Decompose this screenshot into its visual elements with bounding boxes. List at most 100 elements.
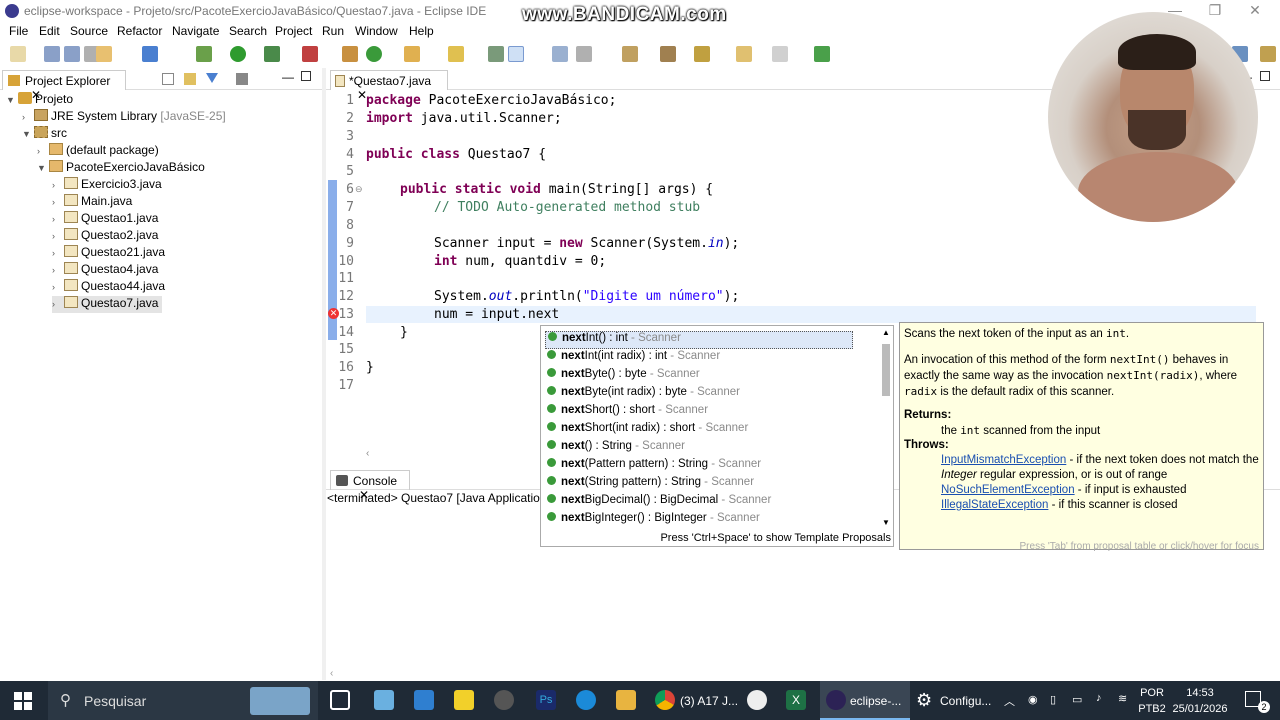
tree-item-java-file[interactable]: › Questao44.java (52, 279, 165, 296)
menu-search[interactable]: Search (229, 24, 267, 38)
open-perspective-icon[interactable] (814, 46, 830, 62)
debug-icon[interactable] (196, 46, 212, 62)
menu-help[interactable]: Help (409, 24, 434, 38)
edge-icon[interactable] (576, 690, 596, 710)
settings-gear-icon[interactable]: ⚙ (916, 690, 932, 711)
tree-item-default-package[interactable]: › (default package) (37, 143, 159, 160)
last-edit-icon[interactable] (694, 46, 710, 62)
illegal-state-exception-link[interactable]: IllegalStateException (941, 499, 1048, 511)
scroll-up-icon[interactable]: ▲ (882, 328, 890, 337)
chrome-icon[interactable] (655, 690, 675, 710)
calculator-icon[interactable] (414, 690, 434, 710)
external-tools-icon[interactable] (302, 46, 318, 62)
battery-icon[interactable]: ▭ (1072, 693, 1082, 706)
menu-navigate[interactable]: Navigate (172, 24, 219, 38)
app-icon[interactable] (747, 690, 767, 710)
next-edit-icon[interactable] (622, 46, 638, 62)
filter-icon[interactable] (206, 73, 218, 85)
maximize-icon[interactable]: ❐ (1200, 2, 1230, 20)
toggle-mark-occurrences-icon[interactable] (508, 46, 524, 62)
proposal-item[interactable]: nextBigDecimal() : BigDecimal - Scanner (547, 494, 771, 512)
view-menu-icon[interactable] (236, 73, 248, 85)
menu-project[interactable]: Project (275, 24, 312, 38)
proposal-scrollbar-thumb[interactable] (882, 344, 890, 396)
new-class-icon[interactable] (366, 46, 382, 62)
volume-icon[interactable]: ♪ (1096, 692, 1102, 704)
photoshop-icon[interactable]: Ps (536, 690, 556, 710)
task-view-icon[interactable] (330, 690, 350, 710)
proposal-item-selected[interactable]: nextInt() : int - Scanner (545, 331, 853, 349)
menu-run[interactable]: Run (322, 24, 344, 38)
tree-item-src[interactable]: ▼ src (22, 126, 67, 143)
windows-start-icon[interactable] (14, 692, 32, 710)
proposal-item[interactable]: nextByte() : byte - Scanner (547, 368, 700, 386)
mic-tray-icon[interactable]: ▯ (1050, 693, 1056, 706)
debug-perspective-icon[interactable] (1260, 46, 1276, 62)
tree-item-java-file[interactable]: › Questao1.java (52, 211, 158, 228)
app-icon[interactable] (374, 690, 394, 710)
language-top[interactable]: POR (1140, 687, 1164, 699)
menu-source[interactable]: Source (70, 24, 108, 38)
forward-icon[interactable] (772, 46, 788, 62)
tab-project-explorer[interactable]: Project Explorer ✕ (2, 70, 126, 102)
editor-horizontal-scrollbar[interactable]: ‹ (366, 448, 542, 460)
menu-refactor[interactable]: Refactor (117, 24, 162, 38)
proposal-item[interactable]: nextShort(int radix) : short - Scanner (547, 422, 748, 440)
tab-questao7[interactable]: *Questao7.java ✕ (330, 70, 448, 102)
webcam-tray-icon[interactable]: ◉ (1028, 693, 1038, 706)
view-separator[interactable] (322, 68, 326, 680)
open-type-icon[interactable] (404, 46, 420, 62)
proposal-item[interactable]: nextByte(int radix) : byte - Scanner (547, 386, 740, 404)
pin-editor-icon[interactable] (660, 46, 676, 62)
proposal-item[interactable]: nextShort() : short - Scanner (547, 404, 708, 422)
tree-item-java-file[interactable]: › Main.java (52, 194, 132, 211)
tree-item-java-file[interactable]: › Questao21.java (52, 245, 165, 262)
tab-console[interactable]: Console ✕ (330, 470, 410, 502)
link-with-editor-icon[interactable] (184, 73, 196, 85)
tree-item-java-file[interactable]: › Questao4.java (52, 262, 158, 279)
next-annotation-icon[interactable] (488, 46, 504, 62)
proposal-item[interactable]: next() : String - Scanner (547, 440, 685, 458)
taskbar-search-box[interactable]: ⚲ Pesquisar (48, 681, 318, 720)
settings-window-label[interactable]: Configu... (940, 694, 991, 708)
maximize-editor-icon[interactable] (1260, 71, 1270, 81)
search-icon[interactable] (448, 46, 464, 62)
undo-icon[interactable] (96, 46, 112, 62)
no-such-element-exception-link[interactable]: NoSuchElementException (941, 484, 1075, 496)
file-explorer-icon[interactable] (616, 690, 636, 710)
tree-item-java-file-selected[interactable]: › Questao7.java (52, 296, 163, 313)
sticky-notes-icon[interactable] (454, 690, 474, 710)
app-icon[interactable] (494, 690, 514, 710)
menu-file[interactable]: File (9, 24, 28, 38)
collapse-all-icon[interactable] (162, 73, 174, 85)
excel-icon[interactable]: X (786, 690, 806, 710)
tree-item-java-file[interactable]: › Questao2.java (52, 228, 158, 245)
console-scroll-left-icon[interactable]: ‹ (330, 668, 333, 679)
maximize-view-icon[interactable] (301, 71, 311, 81)
fold-icon[interactable]: ⊖ (355, 184, 363, 195)
tree-item-package[interactable]: ▼ PacoteExercioJavaBásico (37, 160, 205, 177)
save-icon[interactable] (44, 46, 60, 62)
show-whitespace-icon[interactable] (576, 46, 592, 62)
toggle-block-icon[interactable] (552, 46, 568, 62)
clock-date[interactable]: 25/01/2026 (1166, 703, 1234, 715)
new-java-project-icon[interactable] (342, 46, 358, 62)
scroll-down-icon[interactable]: ▼ (882, 518, 890, 527)
save-all-icon[interactable] (64, 46, 80, 62)
input-mismatch-exception-link[interactable]: InputMismatchException (941, 454, 1066, 466)
proposal-item[interactable]: nextInt(int radix) : int - Scanner (547, 350, 720, 368)
back-icon[interactable] (736, 46, 752, 62)
menu-edit[interactable]: Edit (39, 24, 60, 38)
coverage-icon[interactable] (264, 46, 280, 62)
tree-item-projeto[interactable]: ▼ Projeto (6, 92, 73, 109)
clock-time[interactable]: 14:53 (1170, 687, 1230, 699)
proposal-item[interactable]: next(Pattern pattern) : String - Scanner (547, 458, 761, 476)
tray-chevron-icon[interactable]: ︿ (1004, 693, 1015, 709)
proposal-item[interactable]: nextBigInteger() : BigInteger - Scanner (547, 512, 760, 526)
tree-item-java-file[interactable]: › Exercicio3.java (52, 177, 162, 194)
proposal-item[interactable]: next(String pattern) : String - Scanner (547, 476, 754, 494)
chrome-window-label[interactable]: (3) A17 J... (680, 694, 738, 708)
terminal-icon[interactable] (142, 46, 158, 62)
language-bottom[interactable]: PTB2 (1138, 703, 1166, 715)
close-icon[interactable]: ✕ (1240, 2, 1270, 20)
